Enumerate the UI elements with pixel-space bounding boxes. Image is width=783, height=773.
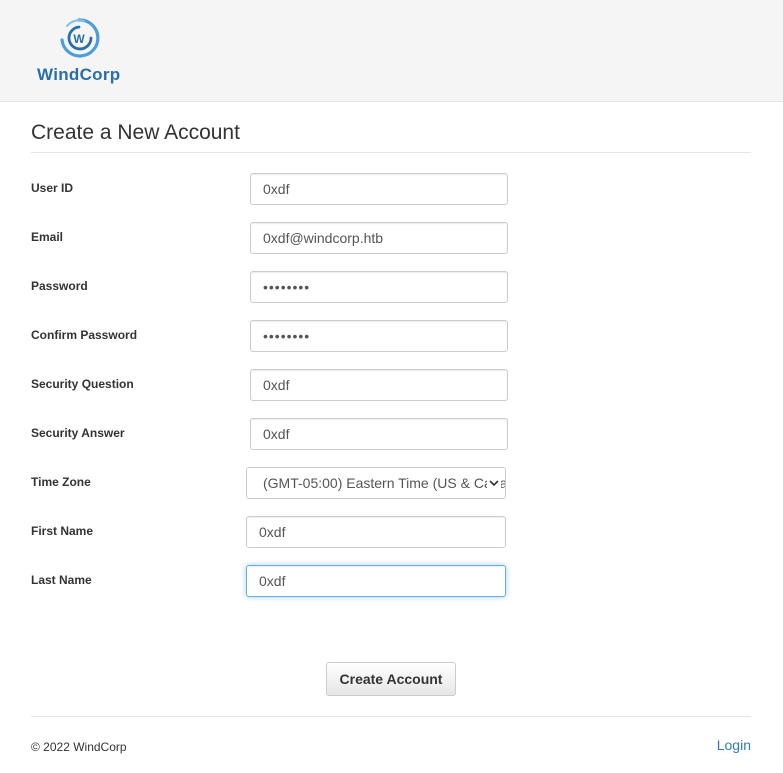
password-label: Password [31, 279, 88, 293]
create-account-button[interactable]: Create Account [326, 662, 456, 696]
copyright-text: © 2022 WindCorp [31, 740, 127, 754]
user-id-label: User ID [31, 181, 74, 195]
time-zone-label: Time Zone [31, 475, 91, 489]
wind-swirl-icon: W [60, 18, 100, 58]
time-zone-selected-value: (GMT-05:00) Eastern Time (US & Canada) [263, 475, 506, 491]
security-question-label: Security Question [31, 377, 134, 391]
security-answer-label: Security Answer [31, 426, 125, 440]
user-id-input[interactable] [250, 173, 508, 205]
password-input[interactable] [250, 271, 508, 303]
footer-divider [31, 716, 751, 717]
logo-letter: W [73, 32, 85, 46]
form-row-security-question: Security Question [31, 369, 751, 403]
form-row-time-zone: Time Zone (GMT-05:00) Eastern Time (US &… [31, 467, 751, 501]
security-answer-input[interactable] [250, 418, 508, 450]
brand-name: WindCorp [37, 65, 121, 84]
form-row-first-name: First Name [31, 516, 751, 550]
email-input[interactable] [250, 222, 508, 254]
time-zone-select[interactable]: (GMT-05:00) Eastern Time (US & Canada) [246, 467, 506, 499]
first-name-input[interactable] [246, 516, 506, 548]
last-name-input[interactable] [246, 565, 506, 597]
form-row-last-name: Last Name [31, 565, 751, 599]
login-link[interactable]: Login [717, 737, 751, 753]
chevron-down-icon [487, 475, 501, 491]
form-row-password: Password [31, 271, 751, 305]
top-banner: W WindCorp [0, 0, 783, 102]
email-label: Email [31, 230, 64, 244]
confirm-password-input[interactable] [250, 320, 508, 352]
form-row-security-answer: Security Answer [31, 418, 751, 452]
title-divider [31, 152, 751, 153]
form-row-confirm-password: Confirm Password [31, 320, 751, 354]
security-question-input[interactable] [250, 369, 508, 401]
page-title: Create a New Account [31, 121, 240, 144]
first-name-label: First Name [31, 524, 94, 538]
confirm-password-label: Confirm Password [31, 328, 138, 342]
last-name-label: Last Name [31, 573, 92, 587]
windcorp-logo[interactable]: W WindCorp [37, 14, 127, 86]
form-row-email: Email [31, 222, 751, 256]
form-row-user-id: User ID [31, 173, 751, 207]
